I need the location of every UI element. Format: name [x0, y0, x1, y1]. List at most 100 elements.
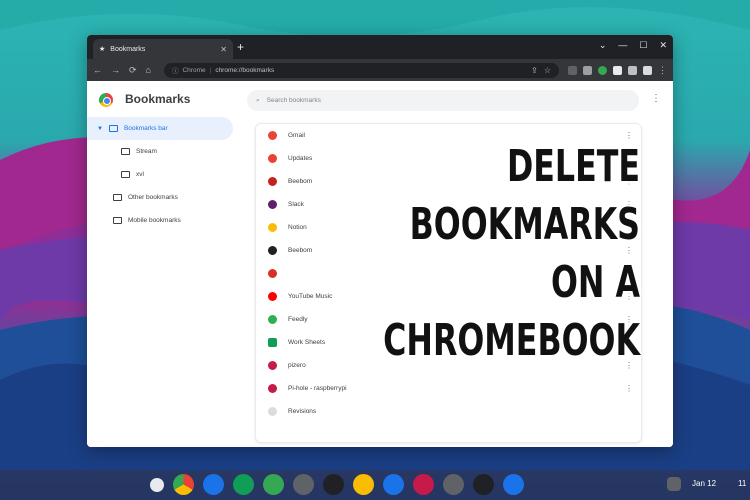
sidebar-item-label: Mobile bookmarks: [128, 217, 181, 224]
slack-favicon-icon: [268, 200, 277, 209]
browser-toolbar: ← → ⟳ ⌂ ⓘ Chrome | chrome://bookmarks ⇪ …: [87, 59, 673, 81]
share-icon[interactable]: ⇪: [531, 66, 538, 75]
home-icon[interactable]: ⌂: [146, 65, 151, 75]
bookmark-label: Updates: [288, 155, 313, 162]
gmail-favicon-icon: [268, 131, 277, 140]
tab-bookmarks[interactable]: ★ Bookmarks ✕: [93, 39, 233, 59]
url-separator: |: [209, 66, 212, 74]
red-favicon-icon: [268, 269, 277, 278]
close-tab-icon[interactable]: ✕: [220, 45, 227, 54]
list-item[interactable]: Revisions: [256, 400, 641, 423]
headline-overlay: DELETE BOOKMARKS ON A CHROMEBOOK: [345, 138, 640, 370]
raspberry-pi-favicon-icon: [268, 384, 277, 393]
bookmark-star-icon: ★: [99, 46, 106, 53]
site-label: Chrome: [182, 66, 206, 74]
forward-icon[interactable]: →: [111, 65, 120, 75]
headline-line-3: ON A CHROMEBOOK: [383, 257, 640, 366]
bookmark-label: pizero: [288, 362, 306, 369]
list-item[interactable]: Pi-hole - raspberrypi ⋮: [256, 377, 641, 400]
bookmark-label: Revisions: [288, 408, 317, 415]
address-bar[interactable]: ⓘ Chrome | chrome://bookmarks ⇪ ☆: [163, 62, 559, 78]
site-info-icon[interactable]: ⓘ: [172, 65, 179, 75]
more-actions-icon[interactable]: ⋮: [625, 384, 633, 393]
back-icon[interactable]: ←: [93, 65, 102, 75]
files-icon[interactable]: [203, 474, 224, 495]
notion-favicon-icon: [268, 223, 277, 232]
side-panel-icon[interactable]: [643, 65, 652, 75]
folder-sidebar: ▼ Bookmarks bar Stream xvl Other bookmar…: [87, 117, 237, 232]
search-placeholder: Search bookmarks: [266, 97, 321, 104]
bookmark-label: Gmail: [288, 132, 305, 139]
reload-icon[interactable]: ⟳: [129, 65, 137, 76]
terminal-icon[interactable]: [473, 474, 494, 495]
generic-favicon-icon: [268, 407, 277, 416]
extension-icon-4[interactable]: [613, 65, 622, 75]
app-icon-3[interactable]: [353, 474, 374, 495]
launcher-icon[interactable]: [150, 478, 164, 492]
bookmark-label: Feedly: [288, 316, 308, 323]
search-bookmarks-input[interactable]: ⌕ Search bookmarks: [247, 90, 639, 111]
sheets-icon[interactable]: [233, 474, 254, 495]
bookmark-label: Notion: [288, 224, 307, 231]
folder-icon: [113, 194, 122, 201]
raspberry-pi-favicon-icon: [268, 361, 277, 370]
star-icon[interactable]: ☆: [544, 66, 551, 75]
maximize-icon[interactable]: ☐: [639, 40, 647, 51]
app-icon-1[interactable]: [293, 474, 314, 495]
headline-line-2: BOOKMARKS: [409, 199, 640, 250]
shelf-apps: [150, 474, 524, 495]
tab-search-icon[interactable]: ⌄: [599, 40, 607, 51]
sidebar-item-label: xvl: [136, 171, 144, 178]
sidebar-item-label: Other bookmarks: [128, 194, 178, 201]
sheets-favicon-icon: [268, 338, 277, 347]
sidebar-item-label: Bookmarks bar: [123, 125, 168, 132]
organize-menu-icon[interactable]: ⋮: [651, 94, 661, 104]
omnibox-actions: ⇪ ☆: [531, 66, 551, 75]
bookmark-label: YouTube Music: [288, 293, 333, 300]
close-window-icon[interactable]: ✕: [659, 40, 667, 51]
sidebar-item-label: Stream: [136, 148, 157, 155]
sidebar-item-mobile-bookmarks[interactable]: Mobile bookmarks: [87, 209, 237, 232]
beebom-dark-favicon-icon: [268, 246, 277, 255]
bookmarks-header: Bookmarks ⌕ Search bookmarks ⋮: [87, 81, 673, 115]
app-icon-2[interactable]: [323, 474, 344, 495]
bookmark-label: Beebom: [288, 178, 313, 185]
sidebar-item-other-bookmarks[interactable]: Other bookmarks: [87, 186, 237, 209]
chrome-logo-icon: [99, 93, 113, 107]
new-tab-button[interactable]: +: [237, 40, 244, 54]
extension-icon-3[interactable]: [598, 65, 607, 75]
folder-icon: [121, 148, 130, 155]
minimize-icon[interactable]: —: [618, 40, 627, 51]
sidebar-item-stream[interactable]: Stream: [87, 140, 237, 163]
extensions-area: ⋮: [568, 65, 667, 75]
app-icon-5[interactable]: [413, 474, 434, 495]
shelf-time[interactable]: 11: [738, 479, 746, 488]
extension-icon-2[interactable]: [583, 65, 592, 75]
sidebar-item-bookmarks-bar[interactable]: ▼ Bookmarks bar: [87, 117, 233, 140]
chrome-icon[interactable]: [173, 474, 194, 495]
app-icon-6[interactable]: [503, 474, 524, 495]
browser-menu-icon[interactable]: ⋮: [658, 65, 667, 75]
window-controls: ⌄ — ☐ ✕: [599, 40, 667, 51]
tab-title: Bookmarks: [110, 45, 146, 53]
url-text[interactable]: chrome://bookmarks: [215, 67, 274, 74]
chromeos-shelf: Jan 12 11: [0, 470, 750, 500]
beebom-favicon-icon: [268, 177, 277, 186]
extensions-puzzle-icon[interactable]: [628, 65, 637, 75]
sidebar-item-xvl[interactable]: xvl: [87, 163, 237, 186]
app-icon-4[interactable]: [383, 474, 404, 495]
settings-icon[interactable]: [443, 474, 464, 495]
shelf-date[interactable]: Jan 12: [692, 479, 716, 488]
folder-icon: [113, 217, 122, 224]
extension-icon-1[interactable]: [568, 65, 577, 75]
updates-favicon-icon: [268, 154, 277, 163]
folder-icon: [121, 171, 130, 178]
youtube-music-favicon-icon: [268, 292, 277, 301]
bookmark-label: Slack: [288, 201, 304, 208]
expand-caret-icon[interactable]: ▼: [97, 126, 103, 132]
play-store-icon[interactable]: [263, 474, 284, 495]
bookmark-label: Beebom: [288, 247, 313, 254]
notification-icon[interactable]: [667, 477, 681, 491]
feedly-favicon-icon: [268, 315, 277, 324]
headline-line-1: DELETE: [506, 141, 640, 192]
